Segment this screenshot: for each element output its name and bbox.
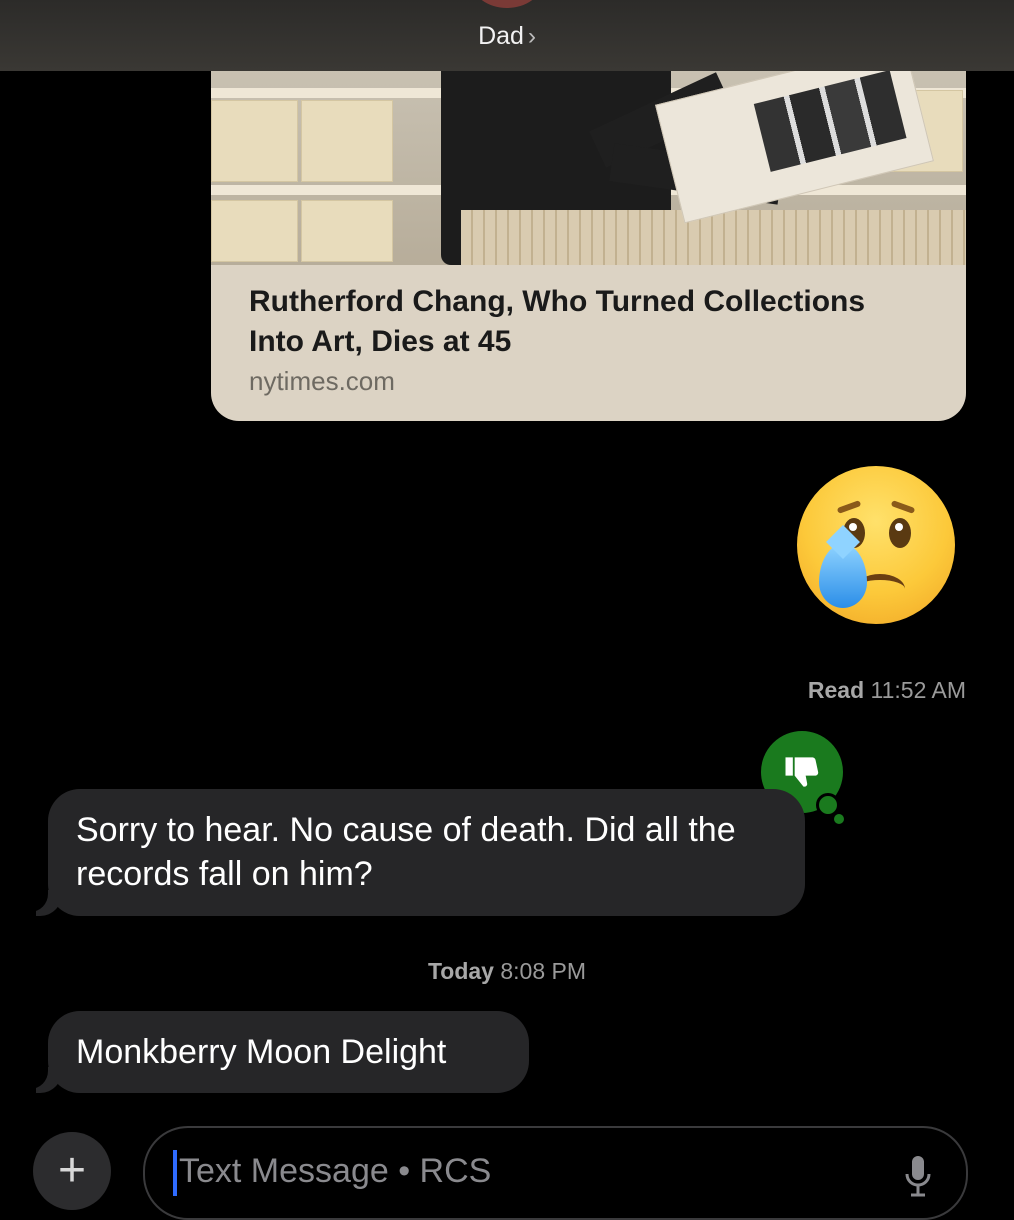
tapback-tail-dot bbox=[834, 814, 844, 824]
incoming-message[interactable]: Sorry to hear. No cause of death. Did al… bbox=[48, 789, 805, 916]
tear-drop bbox=[819, 544, 867, 608]
read-time: 11:52 AM bbox=[870, 677, 966, 703]
message-text: Sorry to hear. No cause of death. Did al… bbox=[76, 811, 736, 893]
timestamp-time: 8:08 PM bbox=[500, 958, 587, 984]
contact-avatar[interactable] bbox=[472, 0, 542, 8]
chevron-right-icon: › bbox=[527, 23, 536, 50]
plus-icon: + bbox=[57, 1144, 87, 1197]
incoming-message[interactable]: Monkberry Moon Delight bbox=[48, 1011, 529, 1093]
link-preview-bubble[interactable]: Rutherford Chang, Who Turned Collections… bbox=[211, 60, 966, 421]
message-text: Monkberry Moon Delight bbox=[76, 1033, 447, 1071]
timestamp-divider: Today 8:08 PM bbox=[0, 958, 1014, 985]
conversation-header: Dad › bbox=[0, 0, 1014, 71]
thumbs-down-icon bbox=[785, 757, 819, 787]
microphone-icon[interactable] bbox=[903, 1154, 933, 1198]
message-input[interactable]: Text Message • RCS bbox=[143, 1126, 968, 1220]
link-preview-domain: nytimes.com bbox=[249, 366, 395, 396]
link-preview-image bbox=[211, 60, 966, 265]
read-receipt: Read 11:52 AM bbox=[808, 677, 966, 704]
add-attachment-button[interactable]: + bbox=[33, 1132, 111, 1210]
message-input-placeholder: Text Message • RCS bbox=[179, 1152, 492, 1190]
crying-face-emoji[interactable] bbox=[797, 466, 955, 624]
text-cursor bbox=[173, 1150, 177, 1196]
contact-name-button[interactable]: Dad › bbox=[0, 22, 1014, 51]
contact-name: Dad bbox=[478, 22, 524, 50]
timestamp-day: Today bbox=[427, 958, 494, 984]
read-label: Read bbox=[807, 677, 865, 703]
link-preview-title: Rutherford Chang, Who Turned Collections… bbox=[249, 285, 866, 358]
